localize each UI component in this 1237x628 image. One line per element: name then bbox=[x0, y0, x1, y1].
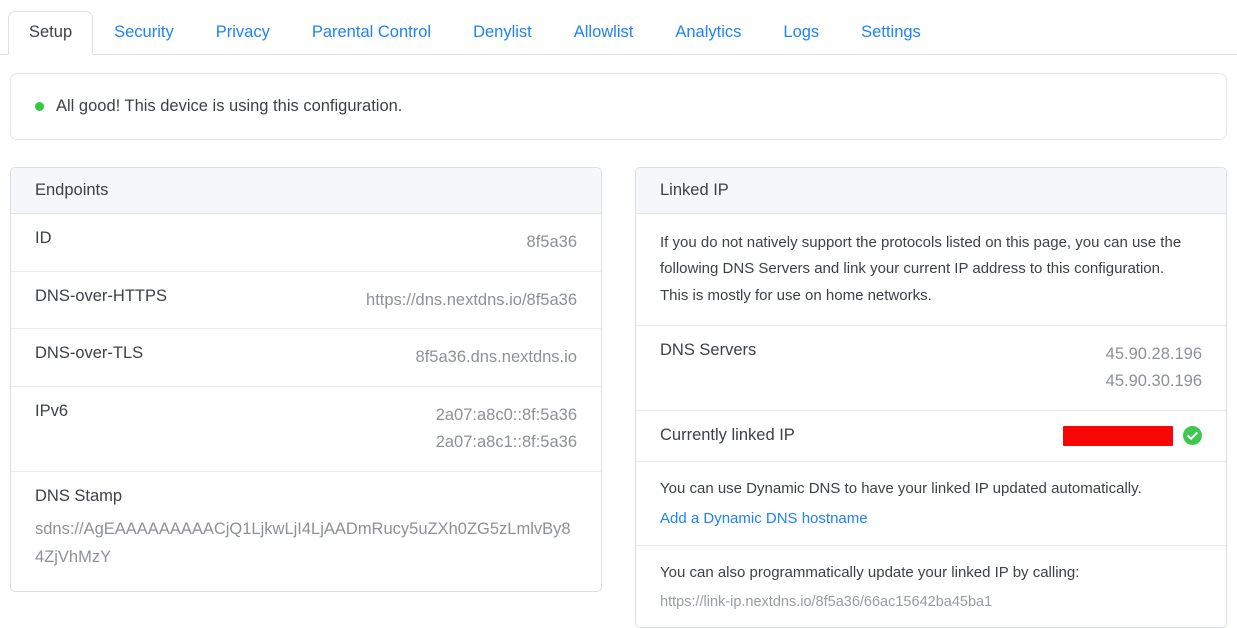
ipv6-values: 2a07:a8c0::8f:5a36 2a07:a8c1::8f:5a36 bbox=[436, 402, 577, 455]
ipv6-label: IPv6 bbox=[35, 402, 68, 421]
ipv6-value-1: 2a07:a8c0::8f:5a36 bbox=[436, 406, 577, 424]
api-update-section: You can also programmatically update you… bbox=[636, 545, 1226, 627]
api-update-text: You can also programmatically update you… bbox=[660, 561, 1202, 585]
tab-bar: Setup Security Privacy Parental Control … bbox=[0, 0, 1237, 55]
dot-label: DNS-over-TLS bbox=[35, 344, 143, 363]
tab-settings[interactable]: Settings bbox=[840, 11, 942, 55]
status-banner: All good! This device is using this conf… bbox=[10, 73, 1227, 140]
api-update-url: https://link-ip.nextdns.io/8f5a36/66ac15… bbox=[660, 594, 1202, 610]
endpoint-row-dot: DNS-over-TLS 8f5a36.dns.nextdns.io bbox=[11, 328, 601, 386]
endpoint-row-ipv6: IPv6 2a07:a8c0::8f:5a36 2a07:a8c1::8f:5a… bbox=[11, 386, 601, 470]
endpoint-row-dns-stamp: DNS Stamp sdns://AgEAAAAAAAAACjQ1LjkwLjI… bbox=[11, 471, 601, 592]
green-status-dot-icon bbox=[35, 102, 44, 111]
linked-ip-panel-title: Linked IP bbox=[636, 168, 1226, 214]
endpoints-panel-body: ID 8f5a36 DNS-over-HTTPS https://dns.nex… bbox=[11, 214, 601, 591]
currently-linked-ip-label: Currently linked IP bbox=[660, 426, 795, 445]
tab-security[interactable]: Security bbox=[93, 11, 195, 55]
tab-analytics[interactable]: Analytics bbox=[654, 11, 762, 55]
endpoints-panel: Endpoints ID 8f5a36 DNS-over-HTTPS https… bbox=[10, 167, 602, 592]
currently-linked-ip-row: Currently linked IP bbox=[636, 410, 1226, 461]
tab-parental-control[interactable]: Parental Control bbox=[291, 11, 452, 55]
add-dynamic-dns-hostname-link[interactable]: Add a Dynamic DNS hostname bbox=[660, 510, 868, 527]
endpoint-row-id: ID 8f5a36 bbox=[11, 214, 601, 271]
redacted-ip-box bbox=[1063, 426, 1173, 446]
dns-server-2: 45.90.30.196 bbox=[1106, 372, 1202, 390]
ipv6-value-2: 2a07:a8c1::8f:5a36 bbox=[436, 433, 577, 451]
tab-allowlist[interactable]: Allowlist bbox=[553, 11, 655, 55]
content-columns: Endpoints ID 8f5a36 DNS-over-HTTPS https… bbox=[10, 167, 1227, 628]
endpoints-panel-title: Endpoints bbox=[11, 168, 601, 214]
currently-linked-ip-status bbox=[1063, 426, 1202, 446]
linked-ip-intro-text: If you do not natively support the proto… bbox=[636, 214, 1216, 325]
dns-servers-values: 45.90.28.196 45.90.30.196 bbox=[1106, 341, 1202, 394]
dns-servers-row: DNS Servers 45.90.28.196 45.90.30.196 bbox=[636, 325, 1226, 409]
tab-logs[interactable]: Logs bbox=[762, 11, 840, 55]
dynamic-dns-section: You can use Dynamic DNS to have your lin… bbox=[636, 461, 1226, 545]
id-value: 8f5a36 bbox=[527, 229, 577, 256]
tab-setup[interactable]: Setup bbox=[8, 11, 93, 55]
dns-servers-label: DNS Servers bbox=[660, 341, 756, 360]
doh-value: https://dns.nextdns.io/8f5a36 bbox=[366, 287, 577, 314]
check-circle-icon bbox=[1183, 426, 1202, 445]
linked-ip-panel-body: If you do not natively support the proto… bbox=[636, 214, 1226, 627]
dns-server-1: 45.90.28.196 bbox=[1106, 345, 1202, 363]
dns-stamp-label: DNS Stamp bbox=[35, 487, 577, 506]
dot-value: 8f5a36.dns.nextdns.io bbox=[416, 344, 577, 371]
status-message: All good! This device is using this conf… bbox=[56, 97, 402, 116]
dns-stamp-value: sdns://AgEAAAAAAAAACjQ1LjkwLjI4LjAADmRuc… bbox=[35, 515, 577, 575]
linked-ip-panel: Linked IP If you do not natively support… bbox=[635, 167, 1227, 628]
endpoint-row-doh: DNS-over-HTTPS https://dns.nextdns.io/8f… bbox=[11, 271, 601, 329]
dynamic-dns-text: You can use Dynamic DNS to have your lin… bbox=[660, 477, 1202, 501]
tab-privacy[interactable]: Privacy bbox=[195, 11, 291, 55]
doh-label: DNS-over-HTTPS bbox=[35, 287, 167, 306]
tab-denylist[interactable]: Denylist bbox=[452, 11, 553, 55]
id-label: ID bbox=[35, 229, 52, 248]
